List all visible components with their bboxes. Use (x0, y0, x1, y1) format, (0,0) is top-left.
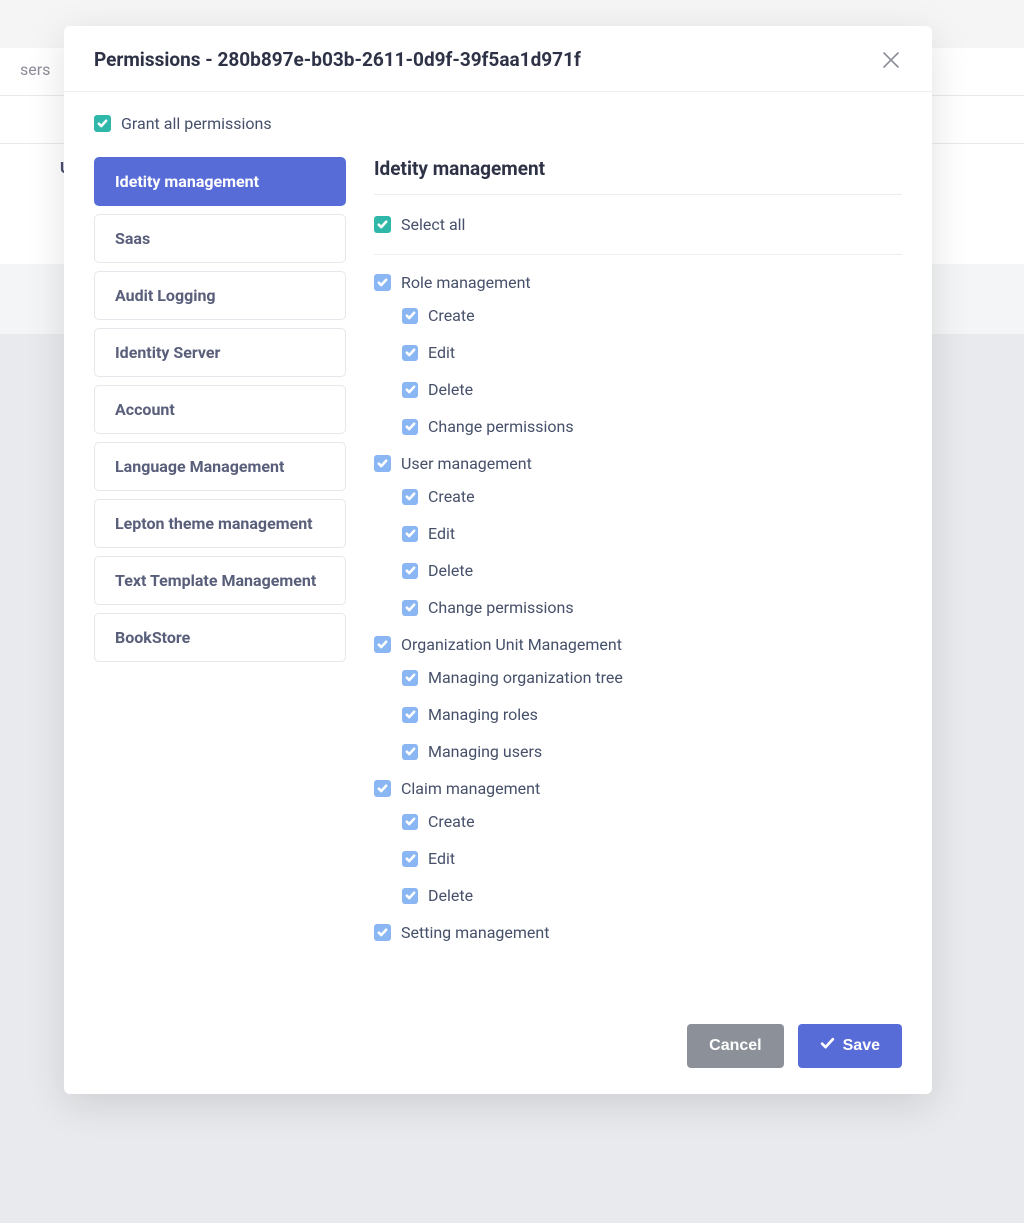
permission-tree: Role management Create Edit Delete Change pe… (374, 273, 902, 942)
permission-child-row[interactable]: Delete (374, 380, 902, 399)
permission-group-row[interactable]: Organization Unit Management (374, 635, 902, 654)
permission-label: Managing roles (428, 705, 538, 724)
permission-label: Delete (428, 380, 473, 399)
permission-child-row[interactable]: Change permissions (374, 417, 902, 436)
check-icon (820, 1036, 835, 1056)
permission-checkbox[interactable] (402, 670, 418, 686)
tab-lepton-theme-management[interactable]: Lepton theme management (94, 499, 346, 548)
permission-label: Managing users (428, 742, 542, 761)
permission-label: Delete (428, 886, 473, 905)
modal-body: Grant all permissions Idetity management… (64, 92, 932, 1006)
permission-group-row[interactable]: Claim management (374, 779, 902, 798)
permission-checkbox[interactable] (402, 888, 418, 904)
permission-label: Edit (428, 343, 455, 362)
tab-language-management[interactable]: Language Management (94, 442, 346, 491)
permission-label: Change permissions (428, 598, 574, 617)
tab-audit-logging[interactable]: Audit Logging (94, 271, 346, 320)
permission-checkbox[interactable] (402, 851, 418, 867)
select-all-label: Select all (401, 215, 465, 234)
permission-child-row[interactable]: Create (374, 306, 902, 325)
permission-child-row[interactable]: Managing organization tree (374, 668, 902, 687)
permission-checkbox[interactable] (402, 563, 418, 579)
permissions-modal: Permissions - 280b897e-b03b-2611-0d9f-39… (64, 26, 932, 1094)
select-all-checkbox[interactable] (374, 216, 391, 233)
tab-idetity-management[interactable]: Idetity management (94, 157, 346, 206)
close-icon[interactable] (880, 49, 902, 71)
permission-checkbox[interactable] (402, 345, 418, 361)
panel-title: Idetity management (374, 157, 902, 195)
permission-child-row[interactable]: Managing users (374, 742, 902, 761)
permission-group-row[interactable]: User management (374, 454, 902, 473)
tab-list: Idetity management Saas Audit Logging Ident… (94, 157, 346, 670)
permission-group-row[interactable]: Role management (374, 273, 902, 292)
permission-label: Edit (428, 849, 455, 868)
modal-header: Permissions - 280b897e-b03b-2611-0d9f-39… (64, 26, 932, 92)
tab-account[interactable]: Account (94, 385, 346, 434)
permission-checkbox[interactable] (402, 744, 418, 760)
permission-checkbox[interactable] (374, 780, 391, 797)
permission-checkbox[interactable] (402, 707, 418, 723)
cancel-button[interactable]: Cancel (687, 1024, 783, 1068)
permission-child-row[interactable]: Edit (374, 524, 902, 543)
grant-all-label: Grant all permissions (121, 114, 272, 133)
grant-all-checkbox[interactable] (94, 115, 111, 132)
permission-label: Delete (428, 561, 473, 580)
columns: Idetity management Saas Audit Logging Ident… (94, 157, 902, 956)
permission-child-row[interactable]: Edit (374, 849, 902, 868)
permission-label: Change permissions (428, 417, 574, 436)
permission-child-row[interactable]: Delete (374, 561, 902, 580)
save-button[interactable]: Save (798, 1024, 902, 1068)
permission-panel: Idetity management Select all Role manag… (374, 157, 902, 956)
tab-saas[interactable]: Saas (94, 214, 346, 263)
permission-group-row[interactable]: Setting management (374, 923, 902, 942)
permission-checkbox[interactable] (374, 455, 391, 472)
permission-label: User management (401, 454, 532, 473)
permission-label: Create (428, 306, 475, 325)
permission-child-row[interactable]: Managing roles (374, 705, 902, 724)
permission-child-row[interactable]: Delete (374, 886, 902, 905)
permission-checkbox[interactable] (402, 526, 418, 542)
permission-label: Create (428, 487, 475, 506)
modal-title: Permissions - 280b897e-b03b-2611-0d9f-39… (94, 48, 581, 71)
permission-child-row[interactable]: Edit (374, 343, 902, 362)
permission-child-row[interactable]: Create (374, 812, 902, 831)
permission-checkbox[interactable] (374, 274, 391, 291)
permission-checkbox[interactable] (374, 924, 391, 941)
permission-checkbox[interactable] (402, 382, 418, 398)
permission-label: Edit (428, 524, 455, 543)
permission-child-row[interactable]: Create (374, 487, 902, 506)
permission-checkbox[interactable] (402, 489, 418, 505)
permission-label: Setting management (401, 923, 549, 942)
permission-checkbox[interactable] (402, 308, 418, 324)
select-all-row[interactable]: Select all (374, 215, 902, 255)
tab-bookstore[interactable]: BookStore (94, 613, 346, 662)
tab-identity-server[interactable]: Identity Server (94, 328, 346, 377)
permission-child-row[interactable]: Change permissions (374, 598, 902, 617)
permission-label: Organization Unit Management (401, 635, 622, 654)
permission-checkbox[interactable] (402, 600, 418, 616)
modal-footer: Cancel Save (64, 1006, 932, 1094)
permission-checkbox[interactable] (402, 419, 418, 435)
permission-checkbox[interactable] (402, 814, 418, 830)
permission-label: Managing organization tree (428, 668, 623, 687)
permission-label: Role management (401, 273, 531, 292)
tab-text-template-management[interactable]: Text Template Management (94, 556, 346, 605)
grant-all-row[interactable]: Grant all permissions (94, 114, 902, 133)
permission-checkbox[interactable] (374, 636, 391, 653)
permission-label: Claim management (401, 779, 540, 798)
permission-label: Create (428, 812, 475, 831)
